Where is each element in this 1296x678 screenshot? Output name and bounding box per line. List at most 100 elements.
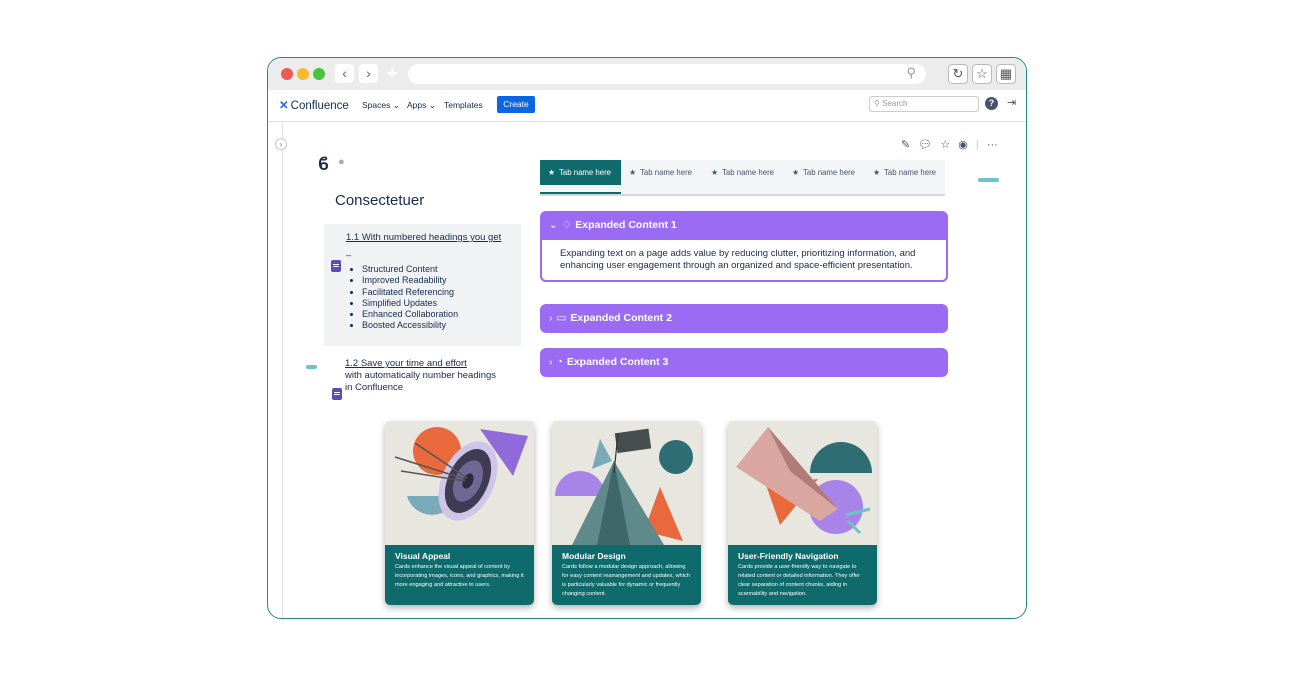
expand-1-body: Expanding text on a page adds value by r… bbox=[540, 240, 948, 282]
card-title: User-Friendly Navigation bbox=[738, 551, 839, 561]
user-icon: ● bbox=[338, 156, 345, 168]
chat-icon: ▭ bbox=[556, 312, 567, 324]
card-user-friendly-navigation[interactable]: User-Friendly Navigation Cards provide a… bbox=[728, 421, 877, 605]
card-footer: Visual Appeal Cards enhance the visual a… bbox=[385, 545, 534, 605]
note-icon bbox=[331, 260, 341, 272]
expand-3: › ◔ Expanded Content 3 bbox=[540, 348, 948, 377]
confluence-topbar: ✕ Confluence Spaces ⌄ Apps ⌄ Templates Cr… bbox=[268, 90, 1026, 122]
watch-icon[interactable]: ◉ bbox=[958, 139, 968, 151]
chevron-right-icon: › bbox=[366, 65, 371, 81]
grid-button[interactable]: ▦ bbox=[996, 64, 1016, 84]
paper-plane-illustration bbox=[728, 421, 877, 545]
browser-chrome: ‹ › + ⚲ ↻ ☆ ▦ bbox=[268, 58, 1026, 90]
forward-button[interactable]: › bbox=[359, 64, 378, 83]
chevron-down-icon: ⌄ bbox=[392, 100, 400, 110]
author-avatar-icon[interactable]: ϐ bbox=[318, 154, 329, 175]
mountain-illustration bbox=[552, 421, 701, 545]
list-item: Structured Content bbox=[362, 264, 458, 275]
search-input[interactable]: ⚲ Search bbox=[869, 96, 979, 112]
search-icon: ⚲ bbox=[906, 65, 916, 80]
pie-icon: ◔ bbox=[556, 356, 563, 368]
star-icon: ★ bbox=[629, 168, 636, 177]
edit-icon[interactable]: ✎ bbox=[901, 139, 910, 151]
list-item: Facilitated Referencing bbox=[362, 287, 458, 298]
toc-heading-2[interactable]: 1.2 Save your time and effort bbox=[345, 358, 496, 370]
bookmark-button[interactable]: ☆ bbox=[972, 64, 992, 84]
divider: | bbox=[975, 139, 979, 151]
spaces-menu[interactable]: Spaces ⌄ bbox=[362, 100, 400, 111]
teal-dash bbox=[978, 178, 999, 182]
chevron-down-icon: ⌄ bbox=[549, 219, 558, 231]
sidebar-divider bbox=[282, 122, 283, 618]
target-illustration bbox=[385, 421, 534, 545]
reload-button[interactable]: ↻ bbox=[948, 64, 968, 84]
section-2: 1.2 Save your time and effort with autom… bbox=[345, 358, 497, 393]
expand-1-header[interactable]: ⌄ ♢ Expanded Content 1 bbox=[540, 211, 948, 240]
apps-menu[interactable]: Apps ⌄ bbox=[407, 100, 436, 111]
card-title: Visual Appeal bbox=[395, 551, 451, 561]
minimize-window-button[interactable] bbox=[297, 68, 309, 80]
page-title: Consectetuer bbox=[335, 192, 425, 209]
templates-link[interactable]: Templates bbox=[444, 100, 483, 110]
card-footer: Modular Design Cards follow a modular de… bbox=[552, 545, 701, 605]
toc-heading-1[interactable]: 1.1 With numbered headings you get bbox=[346, 232, 501, 243]
create-button[interactable]: Create bbox=[497, 96, 535, 113]
close-window-button[interactable] bbox=[281, 68, 293, 80]
expand-sidebar-button[interactable]: › bbox=[275, 138, 287, 150]
logout-icon[interactable]: ⇥ bbox=[1007, 96, 1016, 109]
confluence-logo[interactable]: ✕ Confluence bbox=[279, 98, 349, 112]
list-item: Improved Readability bbox=[362, 275, 458, 286]
active-tab-indicator bbox=[540, 192, 621, 194]
card-text: Cards follow a modular design approach, … bbox=[562, 564, 690, 597]
star-icon: ★ bbox=[548, 168, 555, 177]
chevron-down-icon: ⌄ bbox=[428, 100, 436, 110]
star-icon: ★ bbox=[711, 168, 718, 177]
comment-icon[interactable]: 💬︎ bbox=[918, 139, 932, 151]
teal-dash bbox=[306, 365, 317, 369]
tab-3[interactable]: ★ Tab name here bbox=[711, 160, 774, 185]
search-icon: ⚲ bbox=[874, 99, 880, 108]
chevron-right-icon: › bbox=[549, 312, 553, 324]
toc-dash: _ bbox=[346, 246, 352, 256]
grid-icon: ▦ bbox=[999, 66, 1013, 81]
card-footer: User-Friendly Navigation Cards provide a… bbox=[728, 545, 877, 605]
chevron-left-icon: ‹ bbox=[342, 65, 347, 81]
maximize-window-button[interactable] bbox=[313, 68, 325, 80]
card-modular-design[interactable]: Modular Design Cards follow a modular de… bbox=[552, 421, 701, 605]
reload-icon: ↻ bbox=[952, 66, 964, 81]
star-icon: ★ bbox=[792, 168, 799, 177]
expand-1: ⌄ ♢ Expanded Content 1 Expanding text on a… bbox=[540, 211, 948, 282]
list-item: Boosted Accessibility bbox=[362, 320, 458, 331]
card-text: Cards enhance the visual appeal of conte… bbox=[395, 564, 524, 588]
card-text: Cards provide a user-friendly way to nav… bbox=[738, 564, 860, 597]
tab-4[interactable]: ★ Tab name here bbox=[792, 160, 855, 185]
confluence-logo-icon: ✕ bbox=[279, 100, 289, 112]
address-bar[interactable]: ⚲ bbox=[408, 64, 926, 84]
toc-panel: 1.1 With numbered headings you get _ Str… bbox=[324, 224, 521, 346]
expand-2-header[interactable]: › ▭ Expanded Content 2 bbox=[540, 304, 948, 333]
more-icon[interactable]: ··· bbox=[987, 139, 998, 151]
expand-3-header[interactable]: › ◔ Expanded Content 3 bbox=[540, 348, 948, 377]
star-icon[interactable]: ☆ bbox=[940, 139, 950, 151]
list-item: Enhanced Collaboration bbox=[362, 309, 458, 320]
tab-1[interactable]: ★ Tab name here bbox=[540, 160, 621, 185]
toc-list: Structured Content Improved Readability … bbox=[346, 264, 458, 332]
star-icon: ☆ bbox=[976, 66, 988, 81]
chevron-right-icon: › bbox=[549, 356, 553, 368]
tab-5[interactable]: ★ Tab name here bbox=[873, 160, 936, 185]
page-actions: ✎ 💬︎ ☆ ◉ | ··· bbox=[901, 138, 1003, 151]
lightbulb-icon: ♢ bbox=[561, 219, 572, 231]
list-item: Simplified Updates bbox=[362, 298, 458, 309]
tab-2[interactable]: ★ Tab name here bbox=[629, 160, 692, 185]
browser-window: ‹ › + ⚲ ↻ ☆ ▦ ✕ Confluence Spaces ⌄ Apps … bbox=[267, 57, 1027, 619]
tab-bar: ★ Tab name here ★ Tab name here ★ Tab name … bbox=[540, 160, 945, 196]
back-button[interactable]: ‹ bbox=[335, 64, 354, 83]
card-visual-appeal[interactable]: Visual Appeal Cards enhance the visual a… bbox=[385, 421, 534, 605]
expand-2: › ▭ Expanded Content 2 bbox=[540, 304, 948, 333]
new-tab-button[interactable]: + bbox=[387, 63, 398, 84]
chevron-right-icon: › bbox=[279, 140, 283, 149]
star-icon: ★ bbox=[873, 168, 880, 177]
help-icon[interactable]: ? bbox=[985, 97, 998, 110]
card-title: Modular Design bbox=[562, 551, 626, 561]
note-icon bbox=[332, 388, 342, 400]
